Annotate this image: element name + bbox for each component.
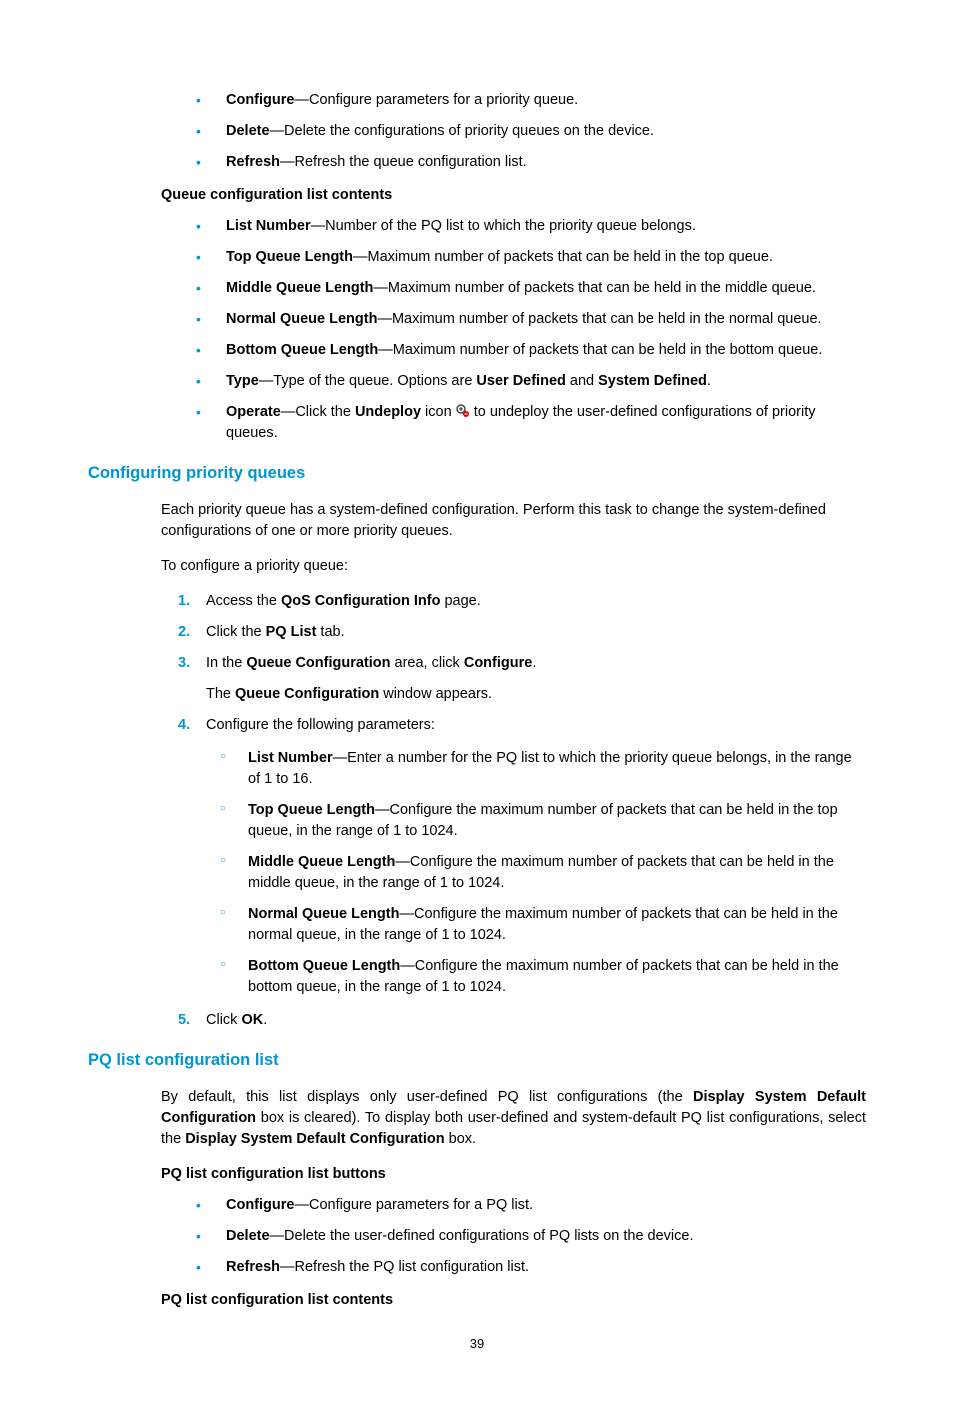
section-lead: To configure a priority queue: (161, 556, 866, 577)
list-item: Delete—Delete the configurations of prio… (196, 121, 866, 142)
param-item: Bottom Queue Length—Configure the maximu… (220, 956, 866, 998)
param-name: Middle Queue Length (248, 854, 395, 870)
list-item: Configure—Configure parameters for a pri… (196, 90, 866, 111)
queue-config-area: Queue Configuration (246, 655, 390, 671)
item-name: Middle Queue Length (226, 280, 373, 296)
item-name: Refresh (226, 154, 280, 170)
param-item: Top Queue Length—Configure the maximum n… (220, 800, 866, 842)
list-item: List Number—Number of the PQ list to whi… (196, 216, 866, 237)
text: In the (206, 655, 246, 671)
item-name: Bottom Queue Length (226, 342, 378, 358)
item-name: Delete (226, 123, 270, 139)
text: The (206, 686, 235, 702)
step-4-params: List Number—Enter a number for the PQ li… (88, 748, 866, 998)
option-system-defined: System Defined (598, 373, 707, 389)
ok-button-ref: OK (241, 1012, 263, 1028)
undeploy-icon (456, 404, 470, 418)
param-item: Normal Queue Length—Configure the maximu… (220, 904, 866, 946)
list-item: Bottom Queue Length—Maximum number of pa… (196, 340, 866, 361)
text: and (566, 373, 598, 389)
section2-intro: By default, this list displays only user… (161, 1087, 866, 1150)
item-name: Top Queue Length (226, 249, 353, 265)
pq-contents-heading: PQ list configuration list contents (161, 1290, 866, 1311)
item-desc: —Maximum number of packets that can be h… (373, 280, 816, 296)
text: window appears. (379, 686, 492, 702)
item-desc: —Delete the user-defined configurations … (270, 1228, 694, 1244)
step-1: Access the QoS Configuration Info page. (178, 591, 866, 612)
list-item: Middle Queue Length—Maximum number of pa… (196, 278, 866, 299)
item-name: Delete (226, 1228, 270, 1244)
list-item: Top Queue Length—Maximum number of packe… (196, 247, 866, 268)
item-desc: —Maximum number of packets that can be h… (353, 249, 773, 265)
item-name: List Number (226, 218, 311, 234)
text: —Type of the queue. Options are (259, 373, 477, 389)
display-system-default-2: Display System Default Configuration (185, 1131, 444, 1147)
item-desc: —Maximum number of packets that can be h… (377, 311, 821, 327)
list-item-type: Type—Type of the queue. Options are User… (196, 371, 866, 392)
param-item: List Number—Enter a number for the PQ li… (220, 748, 866, 790)
queue-contents-list: List Number—Number of the PQ list to whi… (88, 216, 866, 444)
undeploy-label: Undeploy (355, 404, 421, 420)
pq-buttons-heading: PQ list configuration list buttons (161, 1164, 866, 1185)
step-3: In the Queue Configuration area, click C… (178, 653, 866, 705)
option-user-defined: User Defined (476, 373, 565, 389)
step-3-result: The Queue Configuration window appears. (206, 684, 866, 705)
list-item-operate: Operate—Click the Undeploy icon to undep… (196, 402, 866, 444)
queue-config-window: Queue Configuration (235, 686, 379, 702)
param-item: Middle Queue Length—Configure the maximu… (220, 852, 866, 894)
queue-buttons-list: Configure—Configure parameters for a pri… (88, 90, 866, 173)
steps-list-cont: Click OK. (88, 1010, 866, 1031)
text: Click the (206, 624, 266, 640)
text: box. (445, 1131, 476, 1147)
item-desc: —Configure parameters for a PQ list. (294, 1197, 533, 1213)
page-number: 39 (88, 1335, 866, 1354)
pq-buttons-list: Configure—Configure parameters for a PQ … (88, 1195, 866, 1278)
text: Click (206, 1012, 241, 1028)
text: —Click the (281, 404, 355, 420)
section-heading-pq-list: PQ list configuration list (88, 1049, 866, 1073)
text: . (532, 655, 536, 671)
param-name: Top Queue Length (248, 802, 375, 818)
param-name: Normal Queue Length (248, 906, 399, 922)
queue-contents-heading: Queue configuration list contents (161, 185, 866, 206)
list-item: Delete—Delete the user-defined configura… (196, 1226, 866, 1247)
item-desc: —Configure parameters for a priority que… (294, 92, 578, 108)
item-desc: —Delete the configurations of priority q… (270, 123, 654, 139)
qos-config-info: QoS Configuration Info (281, 593, 440, 609)
item-name: Operate (226, 404, 281, 420)
step-2: Click the PQ List tab. (178, 622, 866, 643)
text: . (263, 1012, 267, 1028)
section-heading-configuring: Configuring priority queues (88, 462, 866, 486)
list-item: Refresh—Refresh the queue configuration … (196, 152, 866, 173)
text: Configure the following parameters: (206, 717, 435, 733)
text: icon (421, 404, 456, 420)
list-item: Configure—Configure parameters for a PQ … (196, 1195, 866, 1216)
item-desc: —Maximum number of packets that can be h… (378, 342, 822, 358)
item-desc: —Refresh the queue configuration list. (280, 154, 527, 170)
configure-button-ref: Configure (464, 655, 532, 671)
item-name: Configure (226, 1197, 294, 1213)
item-name: Normal Queue Length (226, 311, 377, 327)
list-item: Refresh—Refresh the PQ list configuratio… (196, 1257, 866, 1278)
text: area, click (391, 655, 464, 671)
section-intro: Each priority queue has a system-defined… (161, 500, 866, 542)
item-desc: —Number of the PQ list to which the prio… (311, 218, 696, 234)
text: page. (440, 593, 480, 609)
text: . (707, 373, 711, 389)
item-desc: —Refresh the PQ list configuration list. (280, 1259, 529, 1275)
pq-list-tab: PQ List (266, 624, 317, 640)
param-name: List Number (248, 750, 333, 766)
item-name: Type (226, 373, 259, 389)
param-desc: —Enter a number for the PQ list to which… (248, 750, 852, 787)
step-4: Configure the following parameters: (178, 715, 866, 736)
text: Access the (206, 593, 281, 609)
item-name: Refresh (226, 1259, 280, 1275)
step-5: Click OK. (178, 1010, 866, 1031)
text: By default, this list displays only user… (161, 1089, 693, 1105)
steps-list: Access the QoS Configuration Info page. … (88, 591, 866, 736)
list-item: Normal Queue Length—Maximum number of pa… (196, 309, 866, 330)
item-name: Configure (226, 92, 294, 108)
text: tab. (316, 624, 344, 640)
param-name: Bottom Queue Length (248, 958, 400, 974)
